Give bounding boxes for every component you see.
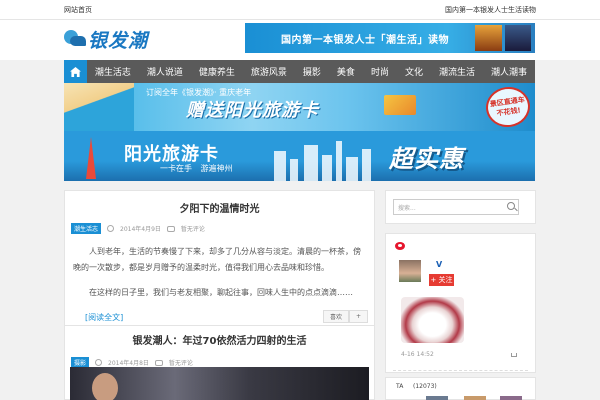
search-icon[interactable] (507, 202, 515, 210)
nav-item[interactable]: 潮生活志 (87, 60, 139, 83)
search-input[interactable]: 搜索... (393, 199, 519, 215)
nav-item[interactable]: 潮流生活 (431, 60, 483, 83)
banner-headline: 赠送阳光旅游卡 (186, 100, 319, 121)
post-title[interactable]: 银发潮人：年过70依然活力四射的生活 (65, 332, 374, 347)
read-more-label: 阅读全文 (88, 313, 121, 322)
weibo-verified-badge: V (436, 260, 443, 269)
skyline-building (336, 141, 342, 181)
skyline-building (274, 151, 286, 181)
home-link[interactable]: 网站首页 (64, 5, 92, 15)
site-logo[interactable]: 银发潮 (64, 26, 148, 52)
post-actions: 喜欢 + (322, 310, 368, 323)
banner-slogan: 一卡在手 游遍神州 (160, 164, 233, 173)
followers-widget: TA (12073) (385, 377, 536, 400)
logo-text: 银发潮 (88, 29, 149, 52)
nav-item[interactable]: 旅游风景 (243, 60, 295, 83)
post-excerpt: 人到老年，生活的节奏慢了下来，却多了几分从容与淡定。清晨的一杯茶，傍晚的一次散步… (73, 247, 361, 272)
home-icon (69, 66, 81, 77)
comment-icon (166, 225, 175, 232)
promo-banner-travel-card[interactable]: 阳光旅游卡 一卡在手 游遍神州 超实惠 (64, 131, 535, 181)
post-list: 夕阳下的温情时光 潮生活志 2014年4月9日 暂无评论 人到老年，生活的节奏慢… (64, 190, 375, 400)
post-date: 2014年4月9日 (120, 226, 161, 233)
post-excerpt: 在这样的日子里，我们与老友相聚，聊起往事，回味人生中的点点滴滴…… (89, 288, 353, 297)
post-meta: 潮生活志 2014年4月9日 暂无评论 (71, 223, 374, 234)
weibo-photo[interactable] (401, 297, 464, 343)
like-button[interactable]: 喜欢 (322, 310, 349, 323)
followers-count: (12073) (413, 383, 437, 390)
weibo-widget: V + 关注 4-16 14:52 (385, 233, 536, 373)
sidebar-search: 搜索... (385, 190, 536, 224)
main-nav: 潮生活志 潮人说道 健康养生 旅游风景 摄影 美食 时尚 文化 潮流生活 潮人潮… (64, 60, 535, 83)
weibo-timestamp: 4-16 14:52 (401, 351, 434, 358)
nav-item[interactable]: 摄影 (295, 60, 329, 83)
weibo-icon (395, 242, 405, 250)
nav-item[interactable]: 美食 (329, 60, 363, 83)
post-comments[interactable]: 暂无评论 (181, 224, 205, 233)
follower-avatar[interactable] (426, 396, 448, 400)
comment-icon (154, 359, 163, 366)
post-divider (65, 325, 374, 326)
clock-icon (107, 225, 115, 232)
post-date: 2014年4月8日 (108, 360, 149, 367)
chevron-down-icon[interactable] (511, 353, 517, 357)
banner-big-text: 超实惠 (389, 145, 464, 173)
top-bar: 网站首页 国内第一本银发人士生活读物 (0, 0, 600, 20)
skyline-building (322, 155, 332, 181)
follower-avatar[interactable] (464, 396, 486, 400)
promo-banner-subscribe[interactable]: 订阅全年《银发潮》· 重庆老年 赠送阳光旅游卡 景区直通车 不花钱! (64, 83, 535, 131)
beach-image (64, 83, 134, 131)
site-slogan: 国内第一本银发人士生活读物 (445, 6, 536, 14)
skyline-building (290, 159, 298, 181)
promo-stamp: 景区直通车 不花钱! (483, 84, 533, 130)
skyline-building (304, 145, 318, 181)
magazine-covers (475, 25, 531, 51)
skyline-building (362, 149, 371, 181)
portrait-image (92, 373, 118, 400)
post-thumbnail[interactable] (70, 367, 369, 400)
eiffel-tower-icon (86, 137, 96, 179)
nav-item[interactable]: 潮人说道 (139, 60, 191, 83)
nav-item[interactable]: 时尚 (363, 60, 397, 83)
share-plus-button[interactable]: + (348, 310, 368, 323)
post-category-badge[interactable]: 潮生活志 (71, 223, 102, 234)
divider (393, 370, 528, 371)
stamp-line: 不花钱! (496, 106, 522, 118)
nav-home-button[interactable] (64, 60, 87, 83)
nav-item[interactable]: 文化 (397, 60, 431, 83)
follow-button[interactable]: + 关注 (429, 274, 454, 286)
clock-icon (95, 359, 103, 366)
nav-item[interactable]: 健康养生 (191, 60, 243, 83)
post-title[interactable]: 夕阳下的温情时光 (65, 200, 374, 215)
post-comments[interactable]: 暂无评论 (169, 358, 193, 367)
follower-avatar[interactable] (500, 396, 522, 400)
logo-mark-icon (64, 28, 88, 50)
travel-card-image (384, 95, 416, 115)
header-ad-text: 国内第一本银发人士「潮生活」读物 (281, 34, 449, 46)
header-ad-banner[interactable]: 国内第一本银发人士「潮生活」读物 (245, 23, 535, 53)
avatar[interactable] (399, 260, 421, 282)
nav-item[interactable]: 潮人潮事 (483, 60, 535, 83)
followers-label: TA (396, 383, 404, 390)
skyline-building (346, 157, 358, 181)
